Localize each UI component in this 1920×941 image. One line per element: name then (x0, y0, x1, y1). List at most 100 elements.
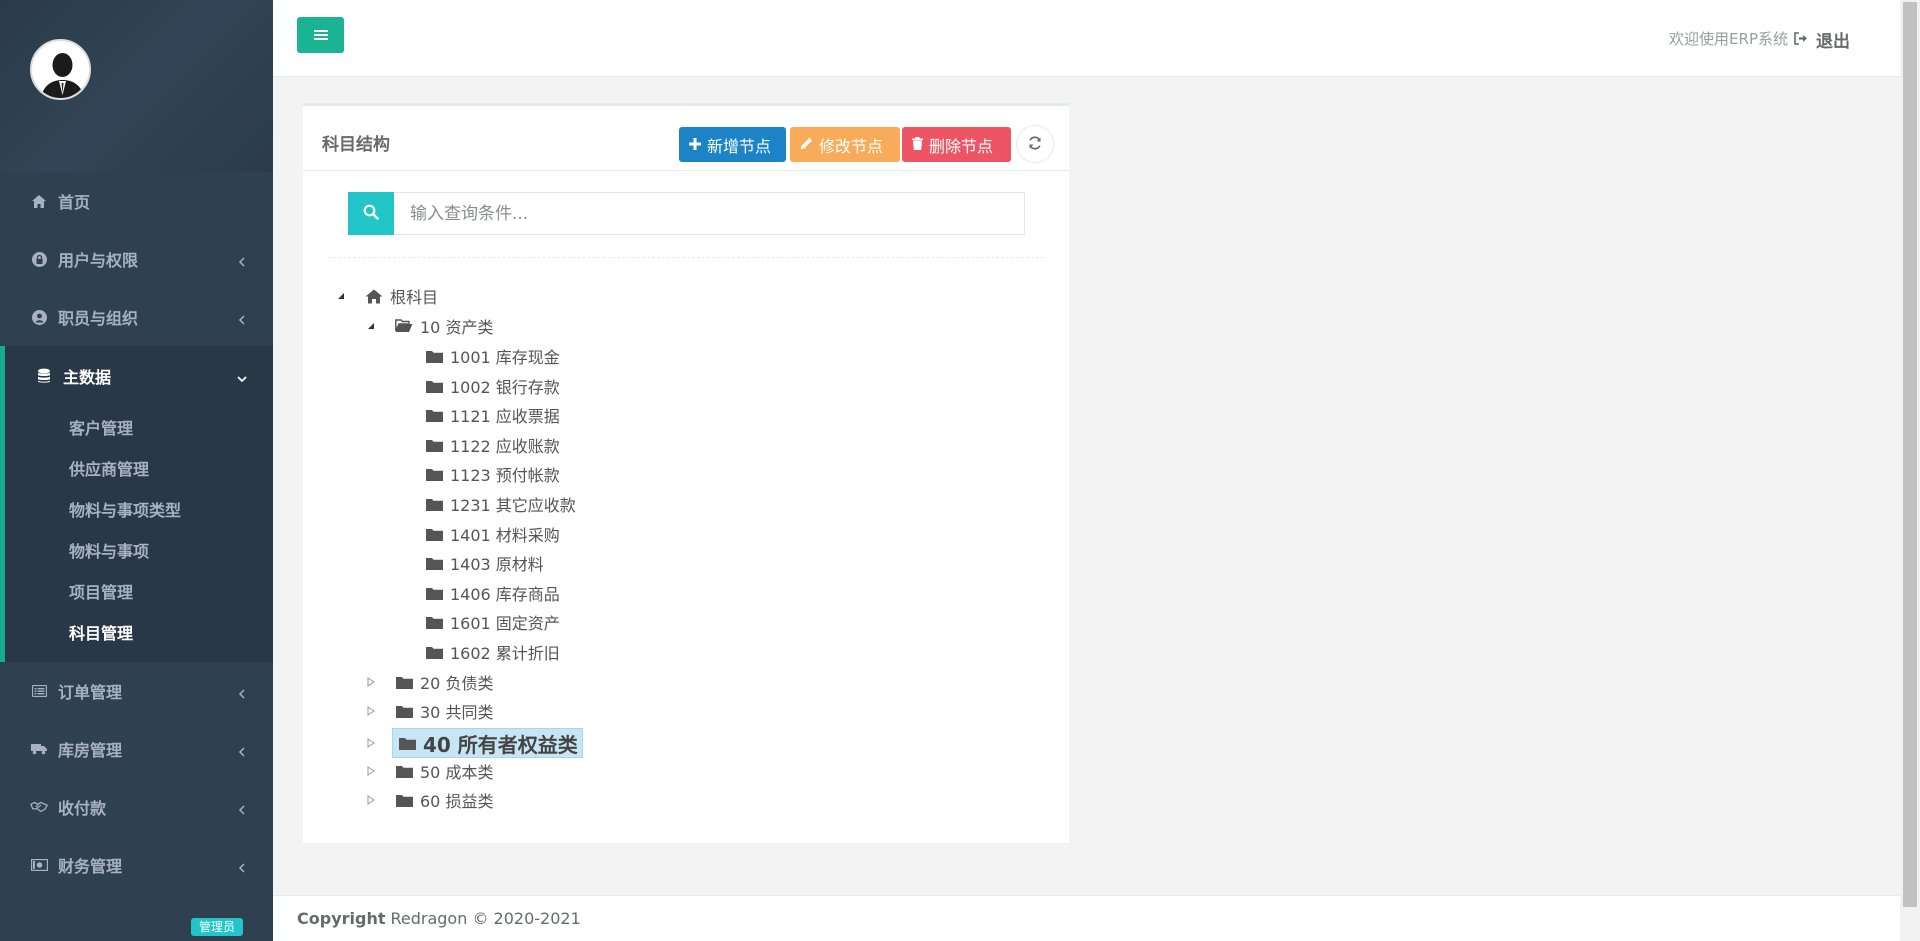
sidebar: 首页 用户与权限 职员与组织 主数据 客户管理 供应商管理 物料与事项类型 物料… (0, 0, 273, 941)
tree-node[interactable]: 30 共同类 (364, 698, 493, 724)
tree-node-label: 1403 原材料 (450, 555, 544, 574)
logout-label: 退出 (1816, 32, 1850, 52)
tree-node[interactable]: 1403 原材料 (424, 550, 544, 576)
bars-icon (313, 26, 328, 45)
tree-node[interactable]: 1401 材料采购 (424, 521, 560, 547)
sidebar-item-label: 主数据 (63, 368, 112, 387)
chevron-left-icon (236, 311, 248, 325)
tree-node-label: 1123 预付帐款 (450, 466, 560, 485)
sidebar-item-home[interactable]: 首页 (0, 172, 273, 230)
copyright-text: Redragon © 2020-2021 (390, 909, 581, 928)
sidebar-subitem-customers[interactable]: 客户管理 (5, 406, 273, 447)
sidebar-nav: 首页 用户与权限 职员与组织 (0, 172, 273, 346)
welcome-text: 欢迎使用ERP系统 (1669, 30, 1788, 48)
home-icon (30, 192, 48, 210)
plus-icon (689, 135, 701, 154)
tree-node[interactable]: 1602 累计折旧 (424, 639, 560, 665)
tree-node-label: 1601 固定资产 (450, 614, 560, 633)
search-icon (363, 204, 379, 224)
folder-icon (424, 495, 444, 513)
tree-node[interactable]: 10 资产类 (364, 313, 493, 339)
tree-node[interactable]: 20 负债类 (364, 669, 493, 695)
tree-node[interactable]: 1406 库存商品 (424, 580, 560, 606)
sidebar-submenu: 客户管理 供应商管理 物料与事项类型 物料与事项 项目管理 科目管理 (5, 406, 273, 662)
tree-node[interactable]: 1002 银行存款 (424, 373, 560, 399)
trash-icon (912, 135, 923, 154)
folder-icon (424, 406, 444, 424)
tree-node-label: 30 共同类 (420, 703, 494, 722)
tree-node-label: 10 资产类 (420, 318, 494, 337)
edit-node-label: 修改节点 (819, 136, 884, 156)
tree-node-root[interactable]: 根科目 (334, 283, 438, 309)
tree-node[interactable]: 1231 其它应收款 (424, 491, 576, 517)
tree-node[interactable]: 60 损益类 (364, 787, 493, 813)
search-input[interactable] (394, 192, 1025, 235)
tree-node-selected[interactable]: 40 所有者权益类 (392, 728, 583, 758)
sidebar-subitem-materials[interactable]: 物料与事项 (5, 529, 273, 570)
tree-node-label: 40 所有者权益类 (423, 732, 578, 757)
folder-icon (397, 734, 417, 752)
sidebar-item-users[interactable]: 用户与权限 (0, 230, 273, 288)
chevron-left-icon (236, 801, 248, 815)
tree-node-label: 1002 银行存款 (450, 378, 560, 397)
role-badge: 管理员 (191, 918, 244, 936)
tree-node[interactable]: 50 成本类 (364, 758, 493, 784)
sidebar-subitem-projects[interactable]: 项目管理 (5, 570, 273, 611)
tree-node[interactable]: 1601 固定资产 (424, 609, 560, 635)
add-node-button[interactable]: 新增节点 (679, 127, 786, 162)
menu-toggle-button[interactable] (297, 17, 344, 53)
folder-icon (424, 525, 444, 543)
sidebar-profile (0, 0, 273, 172)
folder-icon (424, 584, 444, 602)
refresh-icon (1028, 135, 1042, 154)
footer: Copyright Redragon © 2020-2021 (273, 895, 1900, 941)
sidebar-subitem-material-types[interactable]: 物料与事项类型 (5, 488, 273, 529)
tree-node[interactable]: 1122 应收账款 (424, 432, 560, 458)
page-scrollbar[interactable] (1900, 0, 1920, 941)
tree-node-label: 1001 库存现金 (450, 348, 560, 367)
money-icon (30, 856, 48, 874)
collapsed-triangle-icon[interactable] (364, 793, 378, 807)
sidebar-subitem-accounts[interactable]: 科目管理 (5, 611, 273, 652)
edit-node-button[interactable]: 修改节点 (790, 127, 900, 162)
scrollbar-thumb[interactable] (1903, 2, 1917, 907)
sidebar-item-payments[interactable]: 收付款 (0, 778, 273, 836)
tree-node-label: 50 成本类 (420, 763, 494, 782)
tree-node[interactable]: 1123 预付帐款 (424, 461, 560, 487)
tree-search (348, 192, 1025, 235)
avatar[interactable] (30, 39, 91, 100)
chevron-down-icon (236, 370, 248, 383)
delete-node-button[interactable]: 删除节点 (902, 127, 1011, 162)
folder-icon (424, 465, 444, 483)
sidebar-item-finance[interactable]: 财务管理 (0, 836, 273, 894)
collapsed-triangle-icon[interactable] (364, 704, 378, 718)
tree-node-label: 1602 累计折旧 (450, 644, 560, 663)
handshake-icon (30, 798, 48, 816)
expanded-triangle-icon[interactable] (364, 319, 378, 333)
sidebar-item-warehouse[interactable]: 库房管理 (0, 720, 273, 778)
delete-node-label: 删除节点 (929, 136, 994, 156)
sidebar-item-orders[interactable]: 订单管理 (0, 662, 273, 720)
expanded-triangle-icon[interactable] (334, 289, 348, 303)
search-button[interactable] (348, 192, 394, 235)
account-structure-panel: 科目结构 新增节点 修改节点 删除节点 输入查询条件... 根科目 10 资产类… (303, 103, 1069, 843)
sidebar-item-staff[interactable]: 职员与组织 (0, 288, 273, 346)
sidebar-item-master-data[interactable]: 主数据 (5, 346, 273, 406)
collapsed-triangle-icon[interactable] (364, 764, 378, 778)
user-circle-icon (30, 308, 48, 326)
divider (328, 257, 1044, 258)
list-alt-icon (30, 682, 48, 700)
collapsed-triangle-icon[interactable] (364, 736, 378, 750)
sidebar-item-label: 职员与组织 (58, 309, 139, 328)
tree-node-label: 1406 库存商品 (450, 585, 560, 604)
collapsed-triangle-icon[interactable] (364, 675, 378, 689)
refresh-button[interactable] (1016, 125, 1054, 163)
folder-icon (394, 791, 414, 809)
lock-icon (30, 250, 48, 268)
sidebar-subitem-suppliers[interactable]: 供应商管理 (5, 447, 273, 488)
folder-icon (424, 613, 444, 631)
logout-button[interactable]: 退出 (1794, 27, 1850, 52)
tree-node[interactable]: 1001 库存现金 (424, 343, 560, 369)
sidebar-item-label: 首页 (58, 193, 91, 212)
tree-node[interactable]: 1121 应收票据 (424, 402, 560, 428)
